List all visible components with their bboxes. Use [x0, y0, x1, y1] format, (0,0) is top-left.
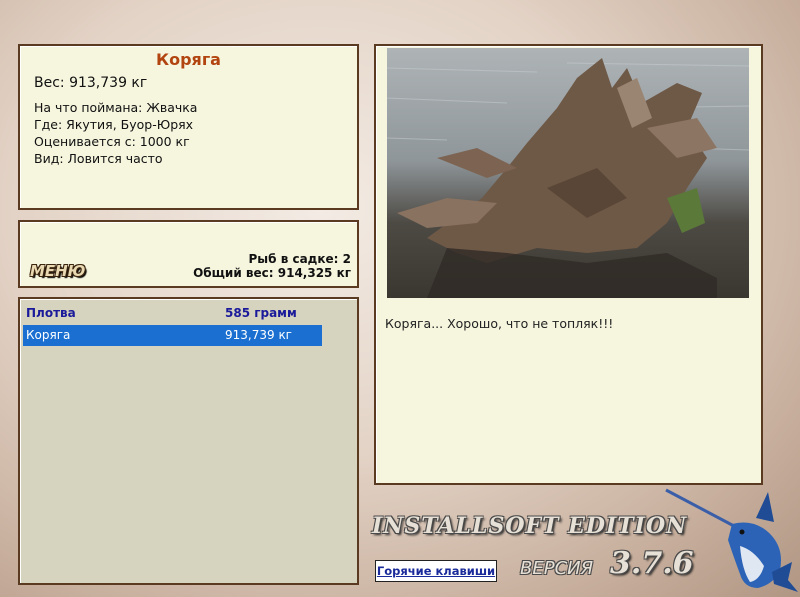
catch-bait: На что поймана: Жвачка: [34, 100, 198, 115]
list-item-weight: 585 грамм: [225, 306, 297, 320]
catch-location: Где: Якутия, Буор-Юрях: [34, 117, 194, 132]
photo-caption: Коряга... Хорошо, что не топляк!!!: [385, 316, 614, 331]
marlin-icon: [664, 488, 800, 592]
menu-button[interactable]: МЕНЮ: [30, 262, 85, 280]
catch-list: Плотва 585 грамм Коряга 913,739 кг: [18, 297, 359, 585]
catch-rarity: Вид: Ловится часто: [34, 151, 163, 166]
version-label: ВЕРСИЯ: [520, 558, 594, 579]
catch-photo: [387, 48, 749, 298]
catch-details: На что поймана: Жвачка Где: Якутия, Буор…: [34, 99, 357, 167]
status-panel: МЕНЮ Рыб в садке: 2 Общий вес: 914,325 к…: [18, 220, 359, 288]
list-item-name: Плотва: [26, 306, 76, 320]
keepnet-stats: Рыб в садке: 2 Общий вес: 914,325 кг: [193, 252, 351, 280]
edition-logo: INSTALLSOFT EDITION: [372, 513, 688, 539]
total-weight: Общий вес: 914,325 кг: [193, 266, 351, 280]
catch-title: Коряга: [156, 50, 221, 69]
catch-info-panel: Коряга Вес: 913,739 кг На что поймана: Ж…: [18, 44, 359, 210]
fish-count: Рыб в садке: 2: [248, 252, 352, 266]
list-item-weight: 913,739 кг: [225, 328, 292, 342]
list-item[interactable]: Плотва 585 грамм: [23, 303, 322, 324]
photo-panel: Коряга... Хорошо, что не топляк!!!: [374, 44, 763, 485]
catch-weight: Вес: 913,739 кг: [34, 75, 148, 91]
list-item-selected[interactable]: Коряга 913,739 кг: [23, 325, 322, 346]
hotkeys-link[interactable]: Горячие клавиши: [375, 560, 497, 582]
list-item-name: Коряга: [26, 328, 71, 342]
driftwood-image: [387, 48, 749, 298]
catch-value: Оценивается с: 1000 кг: [34, 134, 190, 149]
